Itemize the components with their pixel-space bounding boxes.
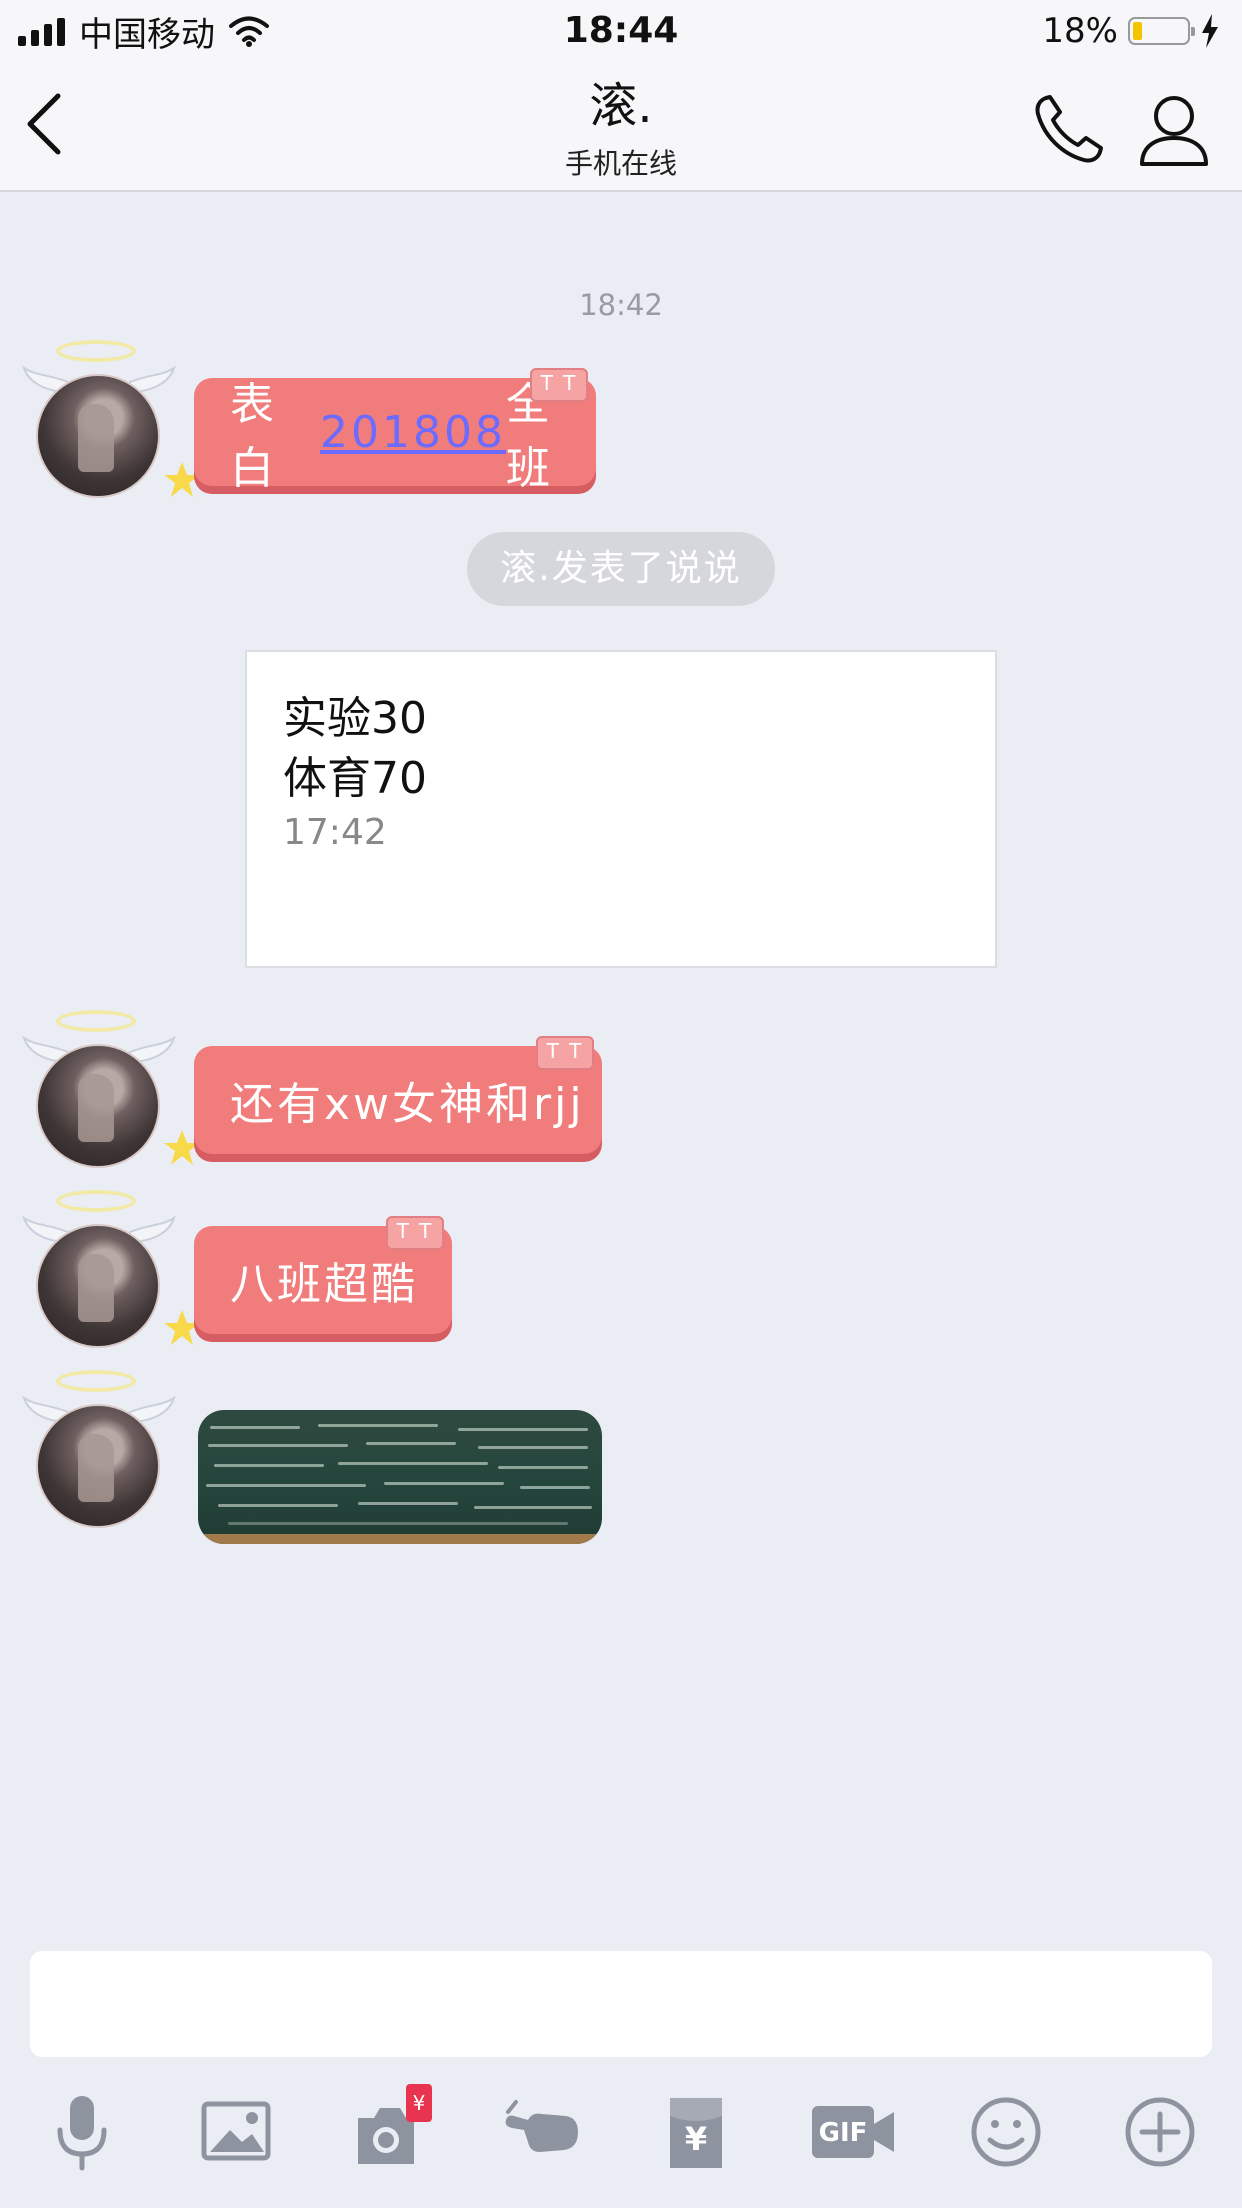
battery-percent: 18% <box>1042 11 1118 51</box>
charging-bolt-icon <box>1202 14 1218 48</box>
message-bubble[interactable]: 还有xw女神和rjj T T <box>194 1036 602 1154</box>
status-right: 18% <box>1042 8 1220 54</box>
message-link[interactable]: 201808 <box>320 407 506 458</box>
profile-icon[interactable] <box>1138 92 1210 168</box>
avatar-photo <box>36 1404 160 1528</box>
bubble-badge: T T <box>386 1216 444 1250</box>
system-notice: 滚.发表了说说 <box>467 532 775 606</box>
contact-avatar[interactable] <box>22 1190 200 1360</box>
nav-bar: 滚. 手机在线 <box>0 62 1242 192</box>
poke-icon[interactable] <box>502 2090 582 2174</box>
status-bar: 中国移动 18:44 18% <box>0 0 1242 62</box>
image-message-blackboard[interactable] <box>198 1410 602 1544</box>
bubble-badge: T T <box>536 1036 594 1070</box>
message-text: 还有xw女神和rjj <box>230 1079 585 1130</box>
post-line-2: 体育70 <box>283 753 427 804</box>
contact-avatar[interactable] <box>22 340 200 510</box>
camera-red-packet-badge: ¥ <box>406 2084 432 2122</box>
halo-decoration <box>56 1190 136 1212</box>
message-bubble[interactable]: 表白 201808 全班 T T <box>194 368 596 494</box>
avatar-photo <box>36 1224 160 1348</box>
image-icon[interactable] <box>196 2090 276 2174</box>
microphone-icon[interactable] <box>42 2090 122 2174</box>
post-line-1: 实验30 <box>283 693 427 744</box>
emoji-icon[interactable] <box>966 2090 1046 2174</box>
post-card[interactable]: 实验30 体育70 17:42 <box>245 650 997 968</box>
gif-button[interactable]: GIF <box>808 2090 898 2174</box>
red-packet-button[interactable]: ¥ <box>656 2090 736 2174</box>
halo-decoration <box>56 1010 136 1032</box>
avatar-photo <box>36 1044 160 1168</box>
message-text-prefix: 表白 <box>230 379 277 494</box>
post-time: 17:42 <box>283 812 387 853</box>
halo-decoration <box>56 340 136 362</box>
message-bubble[interactable]: 八班超酷 T T <box>194 1216 452 1334</box>
phone-icon[interactable] <box>1030 92 1106 168</box>
contact-avatar[interactable] <box>22 1010 200 1180</box>
contact-avatar[interactable] <box>22 1370 182 1540</box>
battery-icon <box>1128 17 1195 45</box>
chat-timestamp: 18:42 <box>579 288 663 322</box>
halo-decoration <box>56 1370 136 1392</box>
red-packet-label: ¥ <box>684 2120 708 2158</box>
avatar-photo <box>36 374 160 498</box>
bubble-badge: T T <box>530 368 588 402</box>
plus-icon[interactable] <box>1120 2090 1200 2174</box>
message-input[interactable] <box>30 1951 1212 2057</box>
message-text: 八班超酷 <box>230 1259 418 1310</box>
gif-label: GIF <box>818 2118 868 2148</box>
input-toolbar: ¥ ¥ GIF <box>0 2084 1242 2180</box>
camera-button[interactable]: ¥ <box>350 2084 432 2174</box>
